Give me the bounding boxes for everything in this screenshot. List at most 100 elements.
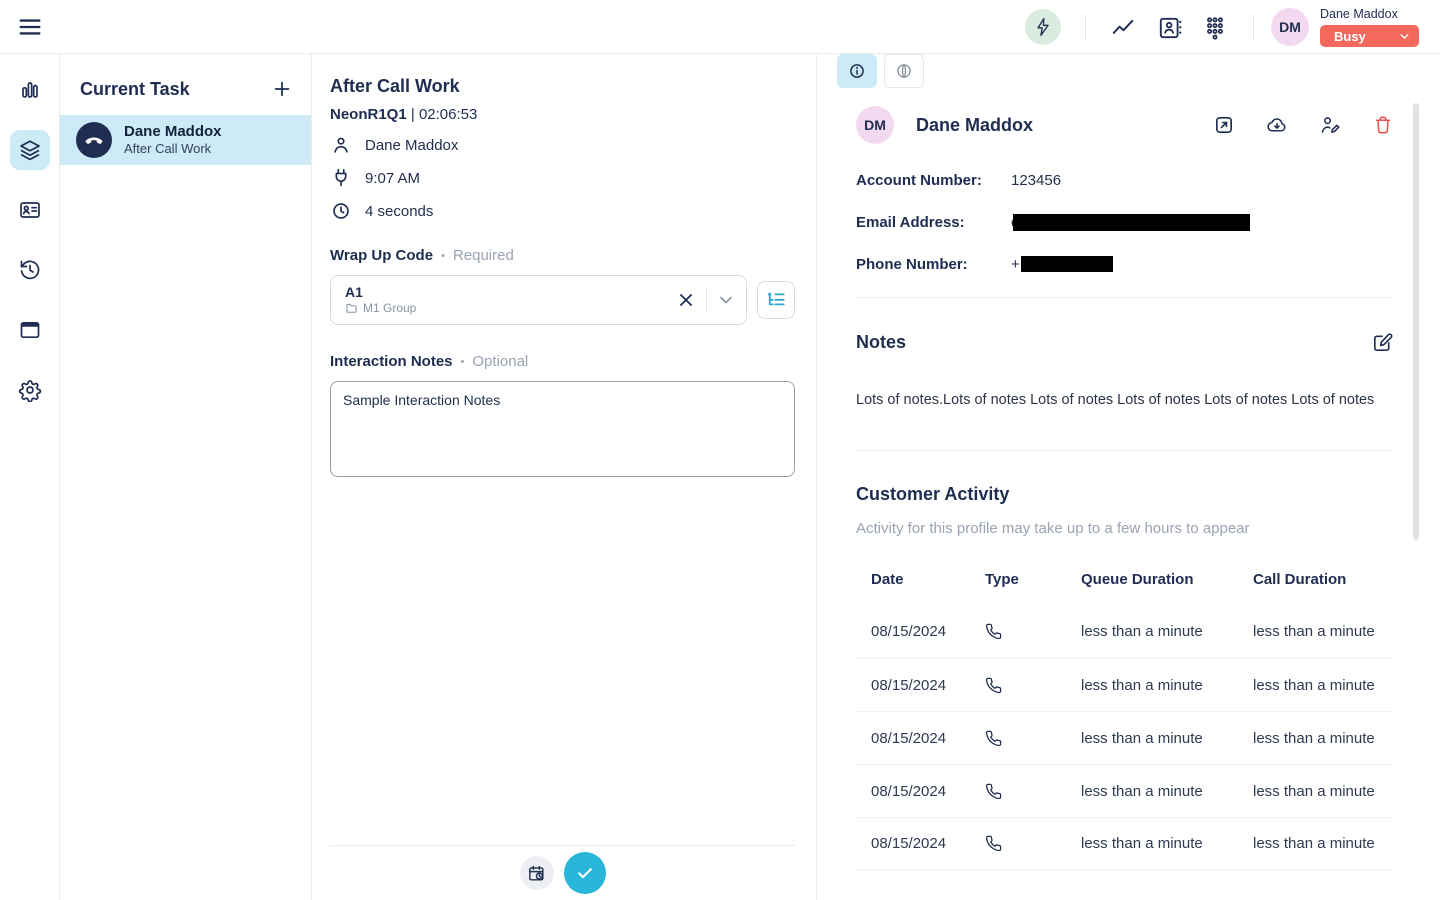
- dialpad-icon[interactable]: [1202, 15, 1228, 39]
- activity-row[interactable]: 08/15/2024 less than a minute less than …: [856, 658, 1394, 711]
- plug-icon: [330, 167, 352, 189]
- contact-name: Dane Maddox: [365, 137, 458, 154]
- profile-name: Dane Maddox: [916, 115, 1213, 136]
- header-divider: [1253, 14, 1254, 40]
- split-circle-icon: [894, 61, 914, 81]
- right-scrollbar-thumb[interactable]: [1413, 103, 1419, 540]
- activity-row[interactable]: 08/15/2024 less than a minute less than …: [856, 817, 1394, 870]
- activity-call-duration: less than a minute: [1253, 835, 1394, 852]
- chevron-down-icon: [1398, 30, 1411, 43]
- activity-queue-duration: less than a minute: [1081, 623, 1253, 640]
- wrapup-code-select[interactable]: A1 M1 Group: [330, 275, 747, 325]
- edit-contact-icon[interactable]: [1319, 114, 1341, 136]
- edit-notes-icon[interactable]: [1371, 331, 1394, 354]
- queue-and-timer: NeonR1Q1 | 02:06:53: [330, 106, 795, 123]
- wrapup-tree-view-button[interactable]: [757, 281, 795, 319]
- current-task-title: Current Task: [80, 79, 190, 100]
- activity-row[interactable]: 08/15/2024 less than a minute less than …: [856, 764, 1394, 817]
- status-label: Busy: [1334, 29, 1366, 44]
- queue-name: NeonR1Q1: [330, 106, 407, 123]
- phone-value-prefix: +: [1011, 256, 1020, 273]
- start-time-row: 9:07 AM: [330, 167, 795, 189]
- hamburger-menu-icon[interactable]: [16, 13, 44, 41]
- nav-tasks-icon[interactable]: [10, 130, 50, 170]
- open-external-icon[interactable]: [1213, 114, 1235, 136]
- customer-activity-title: Customer Activity: [856, 484, 1394, 505]
- activity-row[interactable]: 08/15/2024 less than a minute less than …: [856, 605, 1394, 658]
- task-contact-name: Dane Maddox: [124, 123, 222, 141]
- phone-call-icon: [985, 623, 1081, 640]
- nav-stats-icon[interactable]: [10, 70, 50, 110]
- phone-call-icon: [985, 730, 1081, 747]
- tab-insights[interactable]: [884, 54, 924, 88]
- current-task-panel: Current Task Dane Maddox After Call Work: [60, 54, 312, 900]
- notes-text: Lots of notes.Lots of notes Lots of note…: [856, 390, 1394, 410]
- col-call-duration: Call Duration: [1253, 571, 1394, 588]
- notes-title: Notes: [856, 332, 906, 353]
- header-divider: [1085, 14, 1086, 40]
- nav-history-icon[interactable]: [10, 250, 50, 290]
- customer-activity-table: Date Type Queue Duration Call Duration 0…: [856, 566, 1394, 870]
- nav-contact-card-icon[interactable]: [10, 190, 50, 230]
- redaction-box: [1013, 214, 1250, 231]
- clear-wrapup-icon[interactable]: [675, 289, 697, 311]
- phone-call-icon: [985, 835, 1081, 852]
- quick-actions-button[interactable]: [1025, 9, 1061, 45]
- activity-queue-duration: less than a minute: [1081, 730, 1253, 747]
- start-time: 9:07 AM: [365, 170, 420, 187]
- activity-date: 08/15/2024: [871, 783, 985, 800]
- acw-title: After Call Work: [330, 76, 795, 97]
- customer-activity-subtitle: Activity for this profile may take up to…: [856, 520, 1394, 537]
- wrapup-required-label: Required: [453, 247, 514, 264]
- separator: |: [411, 106, 415, 123]
- complete-acw-button[interactable]: [564, 852, 606, 894]
- after-call-work-panel: After Call Work NeonR1Q1 | 02:06:53 Dane…: [312, 54, 817, 900]
- wrapup-group-label: M1 Group: [363, 301, 416, 316]
- user-name-label: Dane Maddox: [1320, 7, 1419, 21]
- person-icon: [330, 134, 352, 156]
- divider: [856, 450, 1394, 451]
- left-nav-rail: [0, 54, 60, 900]
- task-list-item[interactable]: Dane Maddox After Call Work: [60, 115, 311, 165]
- delete-contact-icon[interactable]: [1372, 114, 1394, 136]
- col-queue-duration: Queue Duration: [1081, 571, 1253, 588]
- performance-chart-icon[interactable]: [1110, 15, 1136, 39]
- schedule-callback-button[interactable]: [520, 856, 554, 890]
- nav-window-icon[interactable]: [10, 310, 50, 350]
- activity-date: 08/15/2024: [871, 677, 985, 694]
- tree-list-icon: [765, 289, 787, 311]
- cloud-download-icon[interactable]: [1266, 114, 1288, 136]
- status-dropdown-button[interactable]: Busy: [1320, 25, 1419, 47]
- user-avatar[interactable]: DM: [1271, 8, 1309, 46]
- task-type-label: After Call Work: [124, 141, 222, 157]
- duration: 4 seconds: [365, 203, 433, 220]
- interaction-notes-input[interactable]: Sample Interaction Notes: [330, 381, 795, 477]
- email-row: Email Address: c: [856, 213, 1394, 231]
- add-task-button[interactable]: [271, 78, 293, 100]
- phone-call-icon: [985, 677, 1081, 694]
- activity-table-header: Date Type Queue Duration Call Duration: [856, 566, 1394, 592]
- acw-action-bar: [330, 845, 795, 900]
- email-label: Email Address:: [856, 214, 1011, 231]
- activity-queue-duration: less than a minute: [1081, 677, 1253, 694]
- info-icon: [847, 61, 867, 81]
- tab-profile-info[interactable]: [837, 54, 877, 88]
- col-date: Date: [871, 571, 985, 588]
- activity-call-duration: less than a minute: [1253, 730, 1394, 747]
- nav-settings-gear-icon[interactable]: [10, 370, 50, 410]
- contacts-book-icon[interactable]: [1157, 15, 1183, 39]
- phone-label: Phone Number:: [856, 256, 1011, 273]
- activity-call-duration: less than a minute: [1253, 783, 1394, 800]
- activity-row[interactable]: 08/15/2024 less than a minute less than …: [856, 711, 1394, 764]
- notes-optional-label: Optional: [472, 353, 528, 370]
- lightning-icon: [1033, 17, 1053, 37]
- duration-row: 4 seconds: [330, 200, 795, 222]
- phone-call-icon: [985, 783, 1081, 800]
- activity-date: 08/15/2024: [871, 730, 985, 747]
- activity-date: 08/15/2024: [871, 835, 985, 852]
- activity-queue-duration: less than a minute: [1081, 783, 1253, 800]
- calendar-clock-icon: [527, 864, 546, 883]
- chevron-down-icon[interactable]: [716, 290, 736, 310]
- activity-call-duration: less than a minute: [1253, 623, 1394, 640]
- call-end-icon: [76, 122, 112, 158]
